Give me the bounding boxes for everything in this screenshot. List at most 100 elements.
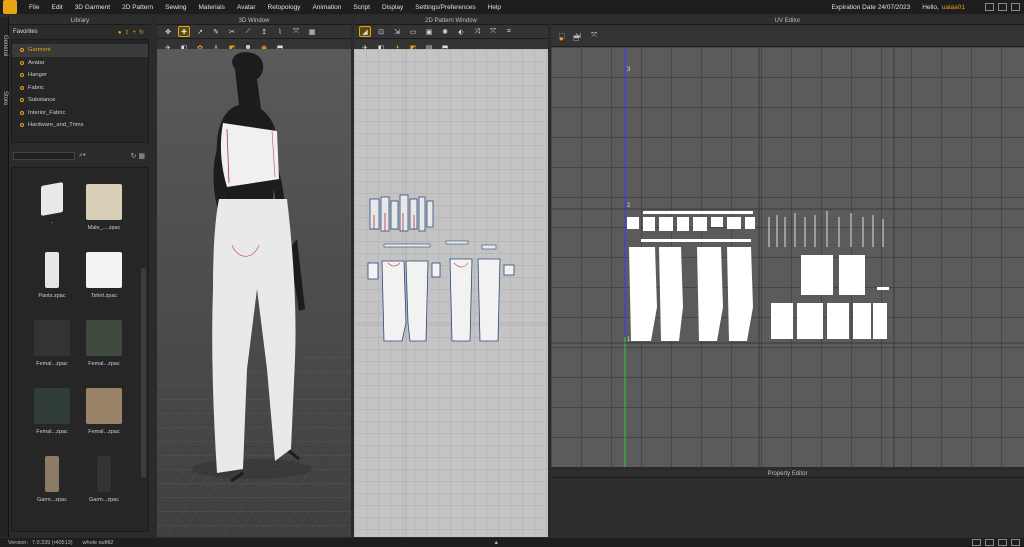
layout-icon-2[interactable]	[985, 539, 994, 546]
skirt-icon	[86, 388, 122, 424]
maximize-icon[interactable]	[998, 3, 1007, 11]
uv-canvas[interactable]: 3 2 1 ● ⬒	[551, 34, 1024, 467]
measure-tool-icon[interactable]: ↥	[259, 27, 269, 36]
favorites-toolbar-icons[interactable]: ●⇪+↻	[118, 29, 147, 36]
tree-item-hardware-and-trims[interactable]: Hardware_and_Trims	[12, 119, 148, 132]
menu-display[interactable]: Display	[376, 4, 409, 11]
library-thumbnail[interactable]: ..	[32, 182, 72, 225]
3d-toolbar: ✥ ✚ ↗ ✎ ✂ ⟋ ↥ ⌇ ⤧ ▦	[157, 25, 351, 39]
layout-icon-1[interactable]	[972, 539, 981, 546]
search-icon[interactable]: ⌕▾	[79, 152, 86, 160]
tree-item-avatar[interactable]: Avatar	[12, 57, 148, 70]
app-logo	[3, 0, 17, 14]
library-thumbnail[interactable]: Femal...zpac	[32, 388, 72, 435]
library-thumbnail[interactable]: Pants.zpac	[32, 252, 72, 299]
folder-dot-icon	[20, 48, 24, 53]
side-tabs: General Store	[0, 17, 9, 537]
menu-sewing[interactable]: Sewing	[159, 4, 192, 11]
uv-editor: UV Editor ⬚ ⇲ ⤧ 3 2 1 ● ⬒	[551, 17, 1024, 467]
tab-general[interactable]: General	[2, 35, 8, 56]
uv-editor-title: UV Editor	[551, 17, 1024, 25]
library-thumbnail[interactable]: Femal...zpac	[32, 320, 72, 367]
tree-item-hanger[interactable]: Hanger	[12, 69, 148, 82]
3d-viewport[interactable]	[157, 49, 351, 537]
select-tool-icon[interactable]: ✥	[163, 27, 173, 36]
2d-toolbar: ◢ ⊡ ⇲ ▭ ▣ ✺ ⬖ ⤨ ⤧ ⌗	[354, 25, 548, 39]
menu-avatar[interactable]: Avatar	[231, 4, 262, 11]
2d-sew-icon[interactable]: ⤨	[472, 27, 482, 36]
layout-icon-3[interactable]	[998, 539, 1007, 546]
2d-dart-icon[interactable]: ⬖	[456, 27, 466, 36]
library-title: Library	[9, 17, 151, 25]
tack-tool-icon[interactable]: ↗	[195, 27, 205, 36]
close-icon[interactable]	[1011, 3, 1020, 11]
mesh-tool-icon[interactable]: ▦	[307, 27, 317, 36]
uv-marker-low: 1	[627, 337, 631, 343]
library-tree: Garment Avatar Hanger Fabric Substance Interi…	[11, 39, 149, 143]
library-thumbnail[interactable]: Femal...zpac	[84, 388, 124, 435]
expand-icon[interactable]: ▲	[493, 540, 498, 546]
menu-retopology[interactable]: Retopology	[262, 4, 307, 11]
uv-light-icon[interactable]: ●	[559, 34, 564, 43]
menu-file[interactable]: File	[23, 4, 45, 11]
library-search-input[interactable]	[13, 152, 75, 160]
2d-seam-icon[interactable]: ⤧	[488, 27, 498, 36]
tree-item-garment[interactable]: Garment	[12, 44, 148, 57]
uv-toolbar: ⬚ ⇲ ⤧	[551, 25, 1024, 47]
brush-tool-icon[interactable]: ⌇	[275, 27, 285, 36]
folder-dot-icon	[20, 110, 24, 115]
menu-script[interactable]: Script	[347, 4, 376, 11]
tree-item-fabric[interactable]: Fabric	[12, 82, 148, 95]
2d-fold-icon[interactable]: ⌗	[504, 27, 514, 36]
library-thumbnail[interactable]: Garm...zpac	[84, 456, 124, 503]
tab-store[interactable]: Store	[2, 91, 8, 105]
thumbnail-label: Femal...zpac	[88, 429, 120, 435]
avatar-icon	[97, 456, 111, 492]
folder-dot-icon	[20, 98, 24, 103]
tree-item-interior-fabric[interactable]: Interior_Fabric	[12, 107, 148, 120]
library-thumbnail[interactable]: Male_....zpac	[84, 184, 124, 231]
menu-3d-garment[interactable]: 3D Garment	[69, 4, 116, 11]
2d-internal-icon[interactable]: ✺	[440, 27, 450, 36]
user-name[interactable]: ualaa01	[942, 4, 965, 11]
layout-icon-4[interactable]	[1011, 539, 1020, 546]
minimize-icon[interactable]	[985, 3, 994, 11]
2d-pattern-canvas[interactable]	[354, 49, 548, 537]
thumbnail-label: ..	[50, 219, 54, 225]
library-thumbnail[interactable]: Femal...zpac	[84, 320, 124, 367]
zip-tool-icon[interactable]: ⤧	[291, 27, 301, 36]
library-scrollbar[interactable]	[141, 268, 146, 478]
menu-settings-preferences[interactable]: Settings/Preferences	[409, 4, 481, 11]
2d-polygon-icon[interactable]: ▭	[408, 27, 418, 36]
thumbnail-label: Garm...zpac	[89, 497, 119, 503]
uv-arrange-icon[interactable]: ⤧	[589, 31, 599, 40]
garment-tool-icon[interactable]: ✂	[227, 27, 237, 36]
menu-help[interactable]: Help	[482, 4, 507, 11]
library-thumbnail[interactable]: Garm...zpac	[32, 456, 72, 503]
status-bar: Version: 7.0.339 (r40513) whole outfit2 …	[0, 538, 1024, 547]
uv-snapshot-icon[interactable]: ⬒	[573, 34, 580, 42]
menu-2d-pattern[interactable]: 2D Pattern	[116, 4, 159, 11]
menu-animation[interactable]: Animation	[306, 4, 347, 11]
thumbnail-label: Garm...zpac	[37, 497, 67, 503]
menu-edit[interactable]: Edit	[45, 4, 68, 11]
2d-transform-icon[interactable]: ⇲	[392, 27, 402, 36]
thumbnail-label: Pants.zpac	[38, 293, 66, 299]
2d-rect-icon[interactable]: ▣	[424, 27, 434, 36]
avatar-icon	[45, 456, 59, 492]
fold-tool-icon[interactable]: ⟋	[243, 27, 253, 36]
2d-edit-icon[interactable]: ⊡	[376, 27, 386, 36]
coat-icon	[34, 388, 70, 424]
library-thumbnail[interactable]: Tshirt.zpac	[84, 252, 124, 299]
thumbnail-label: Male_....zpac	[87, 225, 121, 231]
move-tool-icon[interactable]: ✚	[178, 26, 190, 37]
tshirt-icon	[86, 252, 122, 288]
2d-select-icon[interactable]: ◢	[359, 26, 371, 37]
layout-buttons	[972, 539, 1024, 546]
library-thumbnail-grid: .. Male_....zpac Pants.zpac Tshirt.zpac Fema…	[11, 167, 149, 532]
pin-tool-icon[interactable]: ✎	[211, 27, 221, 36]
menu-materials[interactable]: Materials	[193, 4, 231, 11]
view-toggle-icon[interactable]: ↻ ▦	[131, 152, 145, 160]
tree-item-substance[interactable]: Substance	[12, 94, 148, 107]
thumbnail-label: Femal...zpac	[36, 361, 68, 367]
